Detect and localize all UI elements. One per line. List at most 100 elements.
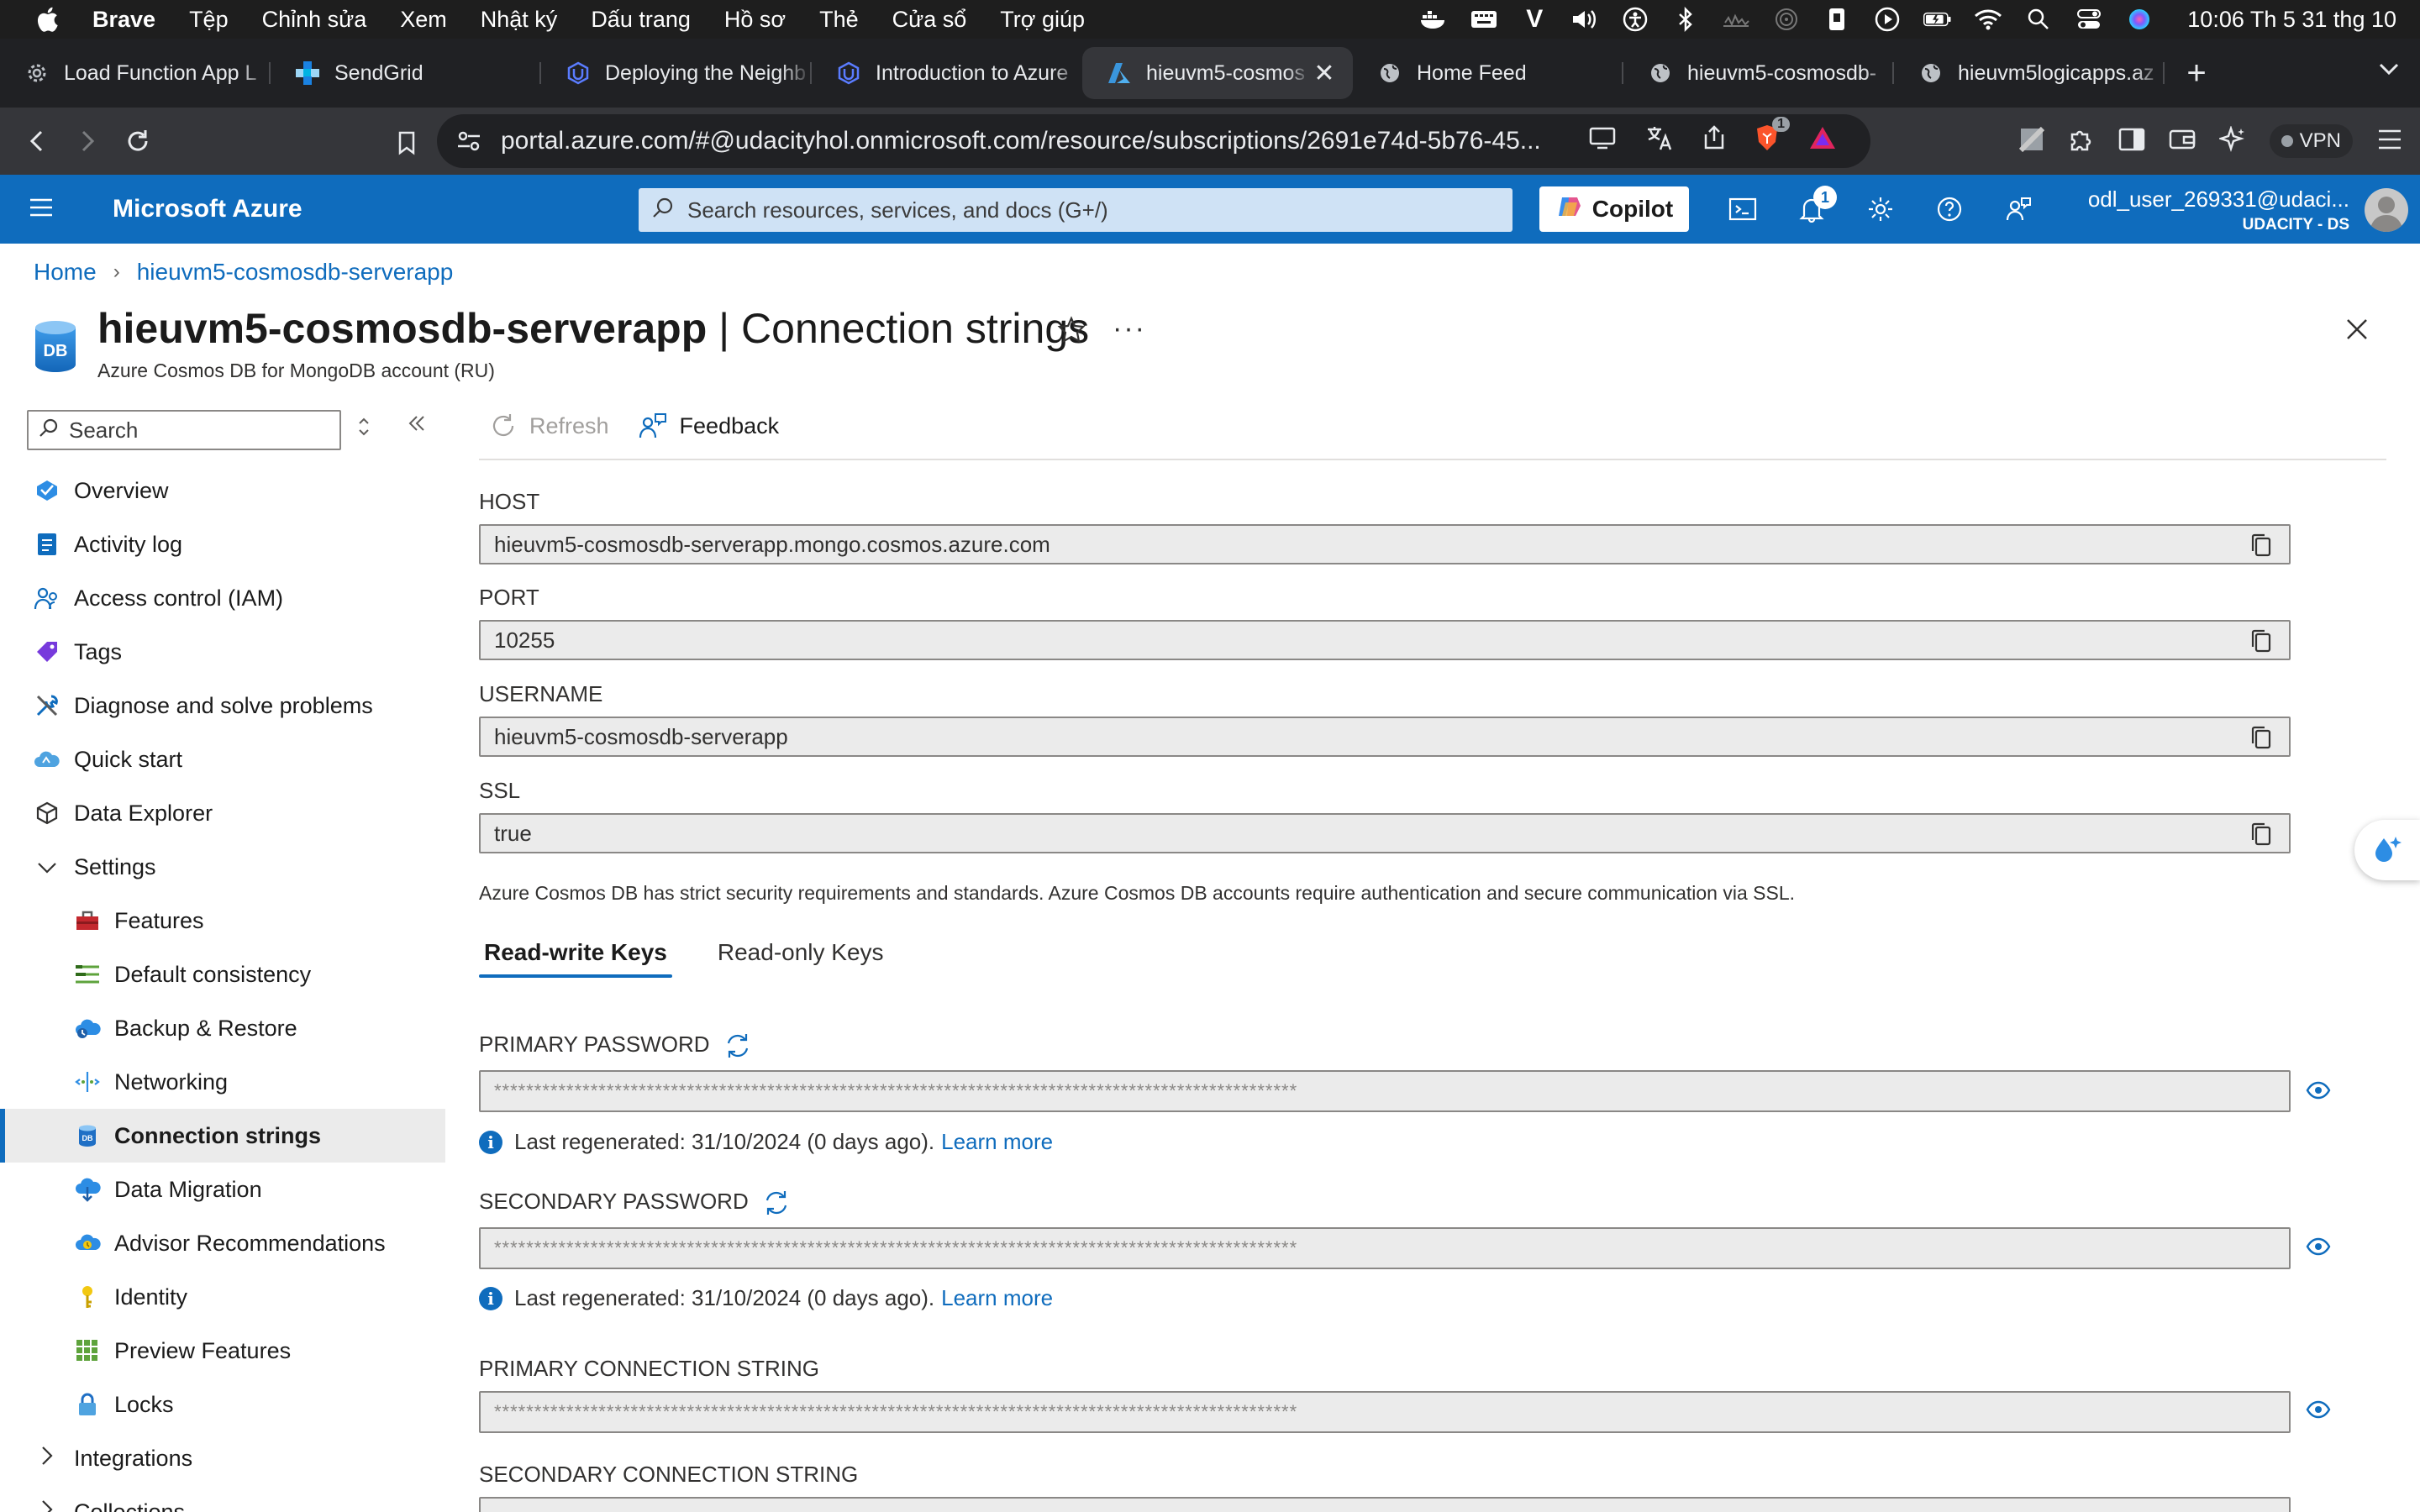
apple-icon[interactable] (34, 4, 64, 34)
usb-drive-icon[interactable] (1823, 7, 1851, 32)
primary-connection-string-field[interactable]: ****************************************… (479, 1391, 2291, 1433)
keyboard-icon[interactable] (1470, 7, 1498, 32)
regenerate-icon[interactable] (762, 1189, 791, 1217)
global-search-input[interactable]: Search resources, services, and docs (G+… (639, 188, 1512, 232)
browser-tab[interactable]: hieuvm5logicapps.az (1894, 47, 2165, 99)
battery-icon[interactable] (1923, 7, 1952, 32)
sidebar-item-preview-features[interactable]: Preview Features (0, 1324, 445, 1378)
media-play-icon[interactable] (1873, 7, 1902, 32)
browser-tab[interactable]: Deploying the Neighb (541, 47, 812, 99)
sidebar-item-default-consistency[interactable]: Default consistency (0, 948, 445, 1001)
bookmark-icon[interactable] (381, 118, 432, 168)
sidebar-item-networking[interactable]: Networking (0, 1055, 445, 1109)
menu-bookmarks[interactable]: Dấu trang (591, 7, 691, 33)
extension-square-icon[interactable] (2018, 126, 2044, 156)
close-blade-icon[interactable] (2344, 312, 2370, 350)
sidebar-item-quick-start[interactable]: Quick start (0, 732, 445, 786)
address-bar[interactable]: portal.azure.com/#@udacityhol.onmicrosof… (437, 114, 1870, 168)
feedback-person-icon[interactable] (2003, 194, 2033, 224)
host-field[interactable]: hieuvm5-cosmosdb-serverapp.mongo.cosmos.… (479, 524, 2291, 564)
sidebar-item-activity-log[interactable]: Activity log (0, 517, 445, 571)
sidebar-item-data-migration[interactable]: Data Migration (0, 1163, 445, 1216)
port-field[interactable]: 10255 (479, 620, 2291, 660)
close-tab-icon[interactable]: ✕ (1311, 59, 1338, 88)
brave-rewards-icon[interactable] (1808, 125, 1837, 157)
new-tab-button[interactable]: + (2171, 55, 2222, 92)
wifi-icon[interactable] (1974, 7, 2002, 32)
secondary-connection-string-field[interactable] (479, 1497, 2291, 1512)
menubar-clock[interactable]: 10:06 Th 5 31 thg 10 (2187, 7, 2396, 33)
avatar[interactable] (2365, 188, 2408, 232)
learn-more-link[interactable]: Learn more (941, 1129, 1053, 1155)
leo-ai-icon[interactable] (2217, 124, 2246, 157)
control-center-icon[interactable] (2075, 7, 2103, 32)
menu-profiles[interactable]: Hồ sơ (724, 7, 786, 33)
refresh-button[interactable]: Refresh (489, 412, 609, 440)
azure-brand[interactable]: Microsoft Azure (113, 195, 302, 223)
menu-edit[interactable]: Chỉnh sửa (262, 7, 367, 33)
settings-gear-icon[interactable] (1865, 194, 1896, 224)
extensions-puzzle-icon[interactable] (2068, 126, 2095, 157)
secondary-password-field[interactable]: ****************************************… (479, 1227, 2291, 1269)
portal-menu-icon[interactable] (29, 197, 54, 222)
menu-history[interactable]: Nhật ký (481, 7, 558, 33)
feedback-button[interactable]: Feedback (638, 412, 779, 440)
vpn-button[interactable]: VPN (2269, 124, 2353, 158)
vivaldi-icon[interactable]: V (1520, 5, 1549, 33)
back-arrow-icon[interactable] (12, 116, 62, 166)
docker-icon[interactable] (1419, 7, 1448, 32)
sidebar-item-locks[interactable]: Locks (0, 1378, 445, 1431)
sidebar-group-collections[interactable]: Collections (0, 1485, 445, 1512)
bluetooth-icon[interactable] (1671, 7, 1700, 32)
username-field[interactable]: hieuvm5-cosmosdb-serverapp (479, 717, 2291, 757)
sidebar-group-settings[interactable]: Settings (0, 840, 445, 894)
breadcrumb-resource[interactable]: hieuvm5-cosmosdb-serverapp (137, 259, 454, 286)
forward-arrow-icon[interactable] (62, 116, 113, 166)
share-icon[interactable] (1702, 124, 1726, 158)
tab-search-chevron-icon[interactable] (2378, 54, 2400, 82)
copy-icon[interactable] (2249, 822, 2274, 847)
menu-help[interactable]: Trợ giúp (1000, 7, 1085, 33)
browser-tab[interactable]: SendGrid (271, 47, 541, 99)
tab-read-write-keys[interactable]: Read-write Keys (479, 934, 672, 978)
app-name[interactable]: Brave (92, 7, 155, 33)
menu-view[interactable]: Xem (400, 7, 447, 33)
cast-icon[interactable] (1588, 125, 1617, 157)
spotlight-search-icon[interactable] (2024, 7, 2053, 32)
browser-tab[interactable]: Load Function App L (0, 47, 271, 99)
show-eye-icon[interactable] (2306, 1080, 2331, 1100)
sidebar-item-overview[interactable]: Overview (0, 464, 445, 517)
cloud-shell-icon[interactable] (1728, 194, 1758, 224)
copy-icon[interactable] (2249, 725, 2274, 750)
account-info[interactable]: odl_user_269331@udaci... UDACITY - DS (2088, 186, 2349, 234)
browser-tab[interactable]: hieuvm5-cosmosdb- (1623, 47, 1894, 99)
notifications-bell-icon[interactable]: 1 (1797, 186, 1837, 224)
help-icon[interactable] (1934, 194, 1965, 224)
volume-icon[interactable] (1570, 7, 1599, 32)
copy-icon[interactable] (2249, 533, 2274, 558)
sidebar-item-iam[interactable]: Access control (IAM) (0, 571, 445, 625)
sidebar-item-backup-restore[interactable]: Backup & Restore (0, 1001, 445, 1055)
accessibility-icon[interactable] (1621, 7, 1649, 32)
collapse-sidebar-icon[interactable] (407, 412, 427, 440)
tab-read-only-keys[interactable]: Read-only Keys (713, 934, 889, 978)
browser-menu-icon[interactable] (2376, 128, 2403, 155)
reload-icon[interactable] (113, 116, 163, 166)
ssl-field[interactable]: true (479, 813, 2291, 853)
menu-window[interactable]: Cửa sổ (892, 7, 967, 33)
sidebar-item-data-explorer[interactable]: Data Explorer (0, 786, 445, 840)
sidebar-item-identity[interactable]: Identity (0, 1270, 445, 1324)
browser-tab-active[interactable]: hieuvm5-cosmos ✕ (1082, 47, 1353, 99)
translate-icon[interactable] (1645, 124, 1674, 158)
menu-tabs[interactable]: Thẻ (819, 7, 859, 33)
browser-tab[interactable]: Introduction to Azure (812, 47, 1082, 99)
sidebar-group-integrations[interactable]: Integrations (0, 1431, 445, 1485)
learn-more-link[interactable]: Learn more (941, 1285, 1053, 1311)
copilot-button[interactable]: Copilot (1539, 186, 1689, 232)
sidebar-item-tags[interactable]: Tags (0, 625, 445, 679)
show-eye-icon[interactable] (2306, 1236, 2331, 1257)
favorite-star-icon[interactable] (1057, 316, 1086, 352)
url-text[interactable]: portal.azure.com/#@udacityhol.onmicrosof… (501, 127, 1551, 155)
istat-icon[interactable] (1722, 7, 1750, 32)
sidebar-item-features[interactable]: Features (0, 894, 445, 948)
